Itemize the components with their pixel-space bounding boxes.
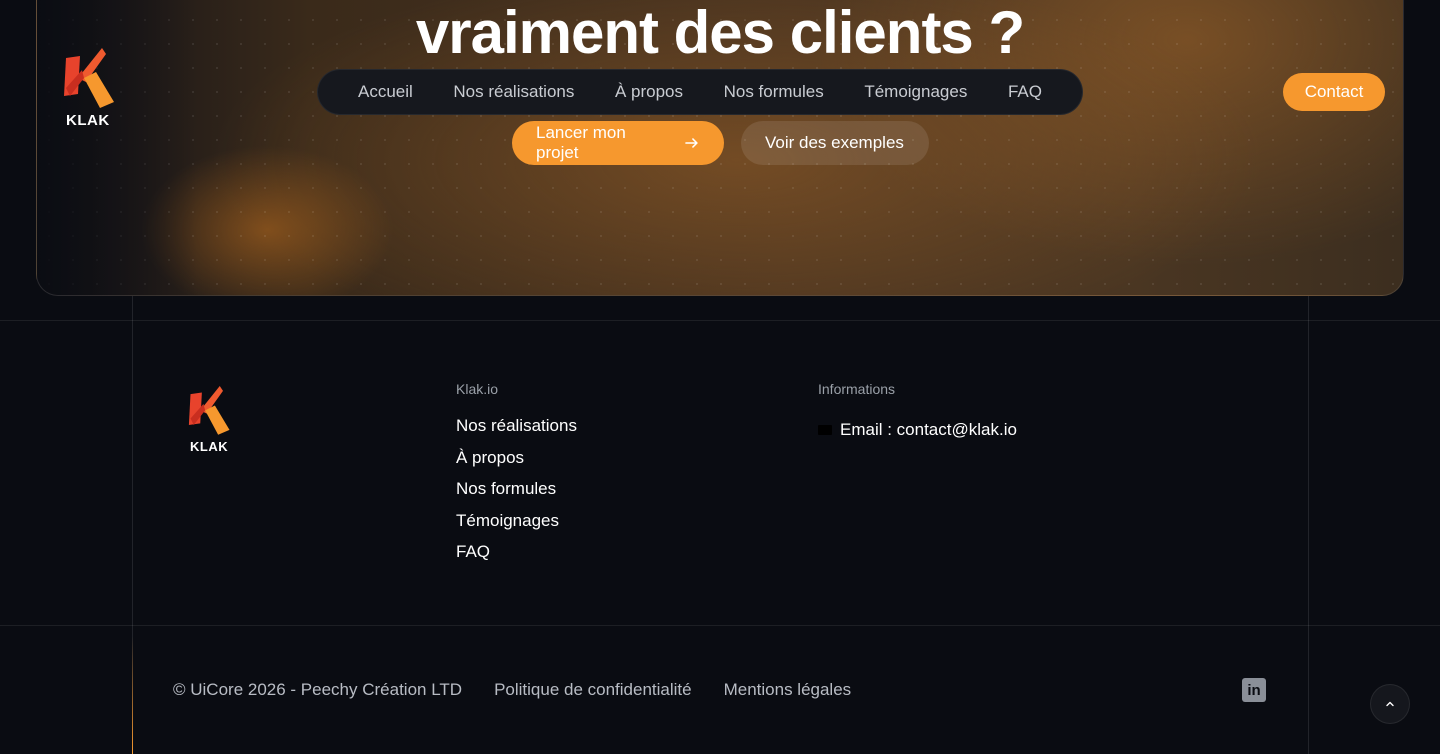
header-logo[interactable]: KLAK	[62, 48, 118, 130]
arrow-right-icon	[685, 138, 698, 148]
main-nav: Accueil Nos réalisations À propos Nos fo…	[317, 69, 1083, 115]
contact-button[interactable]: Contact	[1283, 73, 1385, 111]
email-text: Email : contact@klak.io	[840, 420, 1017, 439]
nav-item-a-propos[interactable]: À propos	[615, 82, 683, 102]
footer-link-temoignages[interactable]: Témoignages	[456, 511, 577, 543]
scroll-to-top-button[interactable]	[1370, 684, 1410, 724]
see-examples-label: Voir des exemples	[765, 133, 904, 152]
privacy-link[interactable]: Politique de confidentialité	[494, 680, 692, 700]
klak-logo-mark	[188, 386, 230, 435]
footer-link-a-propos[interactable]: À propos	[456, 448, 577, 480]
footer-link-faq[interactable]: FAQ	[456, 542, 577, 574]
footer-link-formules[interactable]: Nos formules	[456, 479, 577, 511]
copyright-text: © UiCore 2026 - Peechy Création LTD	[173, 680, 463, 699]
footer-logo[interactable]: KLAK	[187, 386, 235, 456]
logo-text: KLAK	[190, 439, 229, 454]
linkedin-icon[interactable]: in	[1242, 678, 1266, 702]
footer-link-realisations[interactable]: Nos réalisations	[456, 416, 577, 448]
chevron-up-icon	[1386, 701, 1394, 707]
divider	[0, 320, 1440, 321]
mail-icon	[818, 425, 832, 435]
nav-item-faq[interactable]: FAQ	[1008, 82, 1042, 102]
nav-item-realisations[interactable]: Nos réalisations	[453, 82, 574, 102]
nav-item-temoignages[interactable]: Témoignages	[864, 82, 967, 102]
logo-text: KLAK	[66, 112, 110, 129]
email-link[interactable]: Email : contact@klak.io	[818, 420, 1017, 440]
see-examples-button[interactable]: Voir des exemples	[741, 121, 929, 165]
footer-col-title: Klak.io	[456, 381, 499, 397]
footer-col-title: Informations	[818, 381, 896, 397]
legal-link[interactable]: Mentions légales	[724, 680, 852, 700]
launch-project-label: Lancer mon projet	[536, 123, 626, 162]
hero-title: vraiment des clients ?	[415, 0, 1025, 66]
footer-bottom-bar: © UiCore 2026 - Peechy Création LTD Poli…	[173, 680, 851, 700]
klak-logo-mark	[64, 48, 114, 108]
footer-links: Nos réalisations À propos Nos formules T…	[456, 416, 577, 574]
nav-item-formules[interactable]: Nos formules	[724, 82, 824, 102]
hero-cta-row: Lancer mon projet Voir des exemples	[512, 121, 929, 165]
nav-item-accueil[interactable]: Accueil	[358, 82, 413, 102]
launch-project-button[interactable]: Lancer mon projet	[512, 121, 724, 165]
divider	[0, 625, 1440, 626]
